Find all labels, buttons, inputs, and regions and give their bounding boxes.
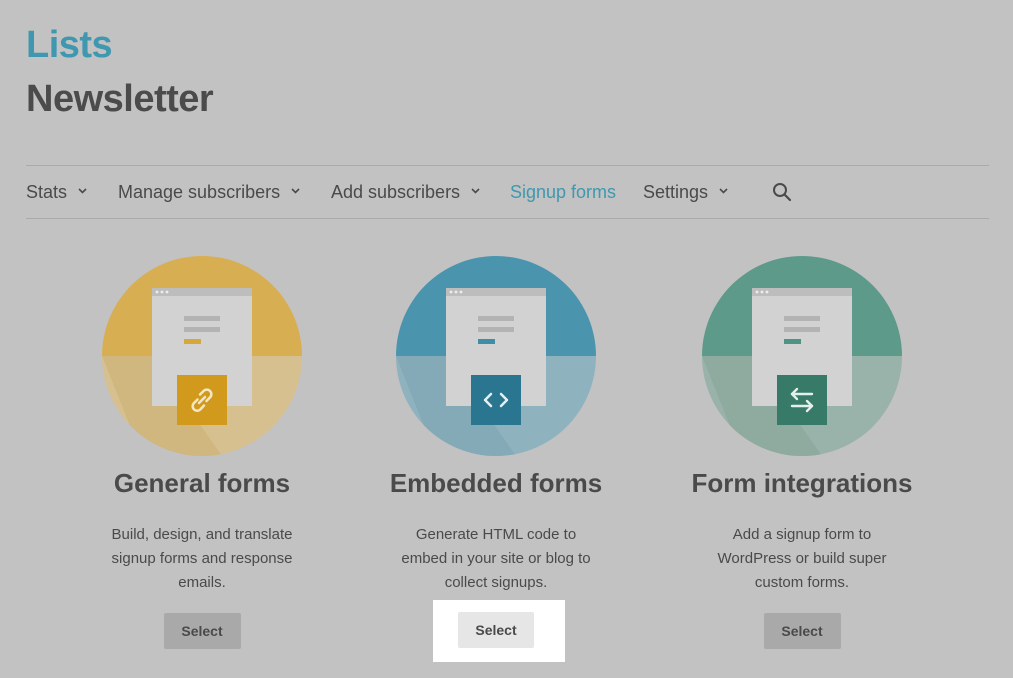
breadcrumb-lists[interactable]: Lists: [26, 24, 113, 67]
card-form-integrations: Form integrations Add a signup form to W…: [652, 256, 952, 649]
card-description: Generate HTML code to embed in your site…: [401, 526, 591, 591]
nav-item-add-subscribers[interactable]: Add subscribers: [331, 182, 480, 203]
general-forms-illustration: [102, 256, 302, 456]
nav-item-stats[interactable]: Stats: [26, 182, 87, 203]
search-icon[interactable]: [772, 182, 792, 202]
select-embedded-forms-button[interactable]: Select: [458, 612, 534, 648]
nav-item-manage-subscribers[interactable]: Manage subscribers: [118, 182, 300, 203]
card-description: Add a signup form to WordPress or build …: [717, 526, 887, 591]
chevron-down-icon: [78, 188, 87, 194]
swap-arrows-icon: [777, 375, 827, 425]
nav-item-label: Stats: [26, 182, 68, 202]
list-nav: Stats Manage subscribers Add subscribers…: [26, 165, 989, 219]
card-title: Embedded forms: [389, 468, 603, 498]
nav-item-label: Settings: [643, 182, 709, 202]
code-icon: [471, 375, 521, 425]
chevron-down-icon: [719, 188, 728, 194]
embedded-forms-illustration: [396, 256, 596, 456]
nav-item-settings[interactable]: Settings: [643, 182, 728, 203]
nav-item-label: Manage subscribers: [118, 182, 281, 202]
select-form-integrations-button[interactable]: Select: [763, 613, 841, 649]
nav-item-label: Signup forms: [510, 182, 617, 202]
card-title: General forms: [113, 468, 291, 498]
nav-item-label: Add subscribers: [331, 182, 461, 202]
card-description: Build, design, and translate signup form…: [111, 526, 293, 591]
card-title: Form integrations: [691, 468, 913, 498]
form-integrations-illustration: [702, 256, 902, 456]
chevron-down-icon: [471, 188, 480, 194]
link-icon: [177, 375, 227, 425]
page-title: Newsletter: [26, 78, 214, 120]
card-general-forms: General forms Build, design, and transla…: [52, 256, 352, 649]
card-embedded-forms: Embedded forms Generate HTML code to emb…: [346, 256, 646, 654]
nav-item-signup-forms[interactable]: Signup forms: [510, 182, 616, 203]
chevron-down-icon: [291, 188, 300, 194]
select-general-forms-button[interactable]: Select: [163, 613, 241, 649]
